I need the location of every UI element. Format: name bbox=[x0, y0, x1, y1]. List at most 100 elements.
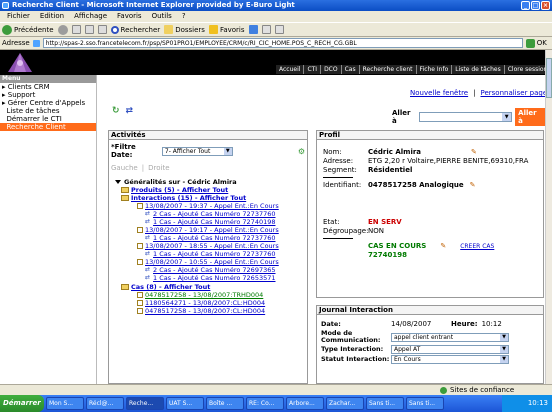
tree-interactions[interactable]: Interactions (15) - Afficher Tout bbox=[115, 194, 307, 202]
personalize-link[interactable]: Personnaliser page bbox=[480, 89, 545, 97]
statut-select[interactable]: En Cours ▼ bbox=[391, 355, 509, 364]
case-item[interactable]: ⇄ 1 Cas - Ajouté Cas Numéro 72740198 bbox=[115, 218, 307, 226]
nav-fiche-info[interactable]: Fiche Info bbox=[416, 65, 453, 74]
mode-select[interactable]: appel client entrant ▼ bbox=[391, 332, 509, 342]
taskbar-item[interactable]: Sans ti... bbox=[366, 397, 404, 410]
nav-liste-taches[interactable]: Liste de tâches bbox=[452, 65, 505, 74]
taskbar-item[interactable]: UAT S... bbox=[166, 397, 204, 410]
cas-link[interactable]: Cas (8) - Afficher Tout bbox=[131, 283, 210, 291]
item-link[interactable]: 13/08/2007 - 19:37 - Appel Ent.:En Cours bbox=[145, 202, 279, 210]
case-item[interactable]: ⇄ 2 Cas - Ajouté Cas Numéro 72697365 bbox=[115, 266, 307, 274]
search-button[interactable]: Rechercher bbox=[110, 25, 160, 34]
sidebar-item-centre-appels[interactable]: ▸ Gérer Centre d'Appels bbox=[0, 99, 96, 107]
creer-cas-link[interactable]: CREER CAS bbox=[460, 242, 494, 251]
taskbar-item[interactable]: Récl@... bbox=[86, 397, 124, 410]
cas-item[interactable]: 1180564271 - 13/08/2007:CL:HD004 bbox=[115, 299, 307, 307]
start-button[interactable]: Démarrer bbox=[0, 395, 44, 412]
sync-icon[interactable]: ⇄ bbox=[126, 106, 134, 116]
produits-link[interactable]: Produits (5) - Afficher Tout bbox=[131, 186, 228, 194]
type-select[interactable]: Appel AT ▼ bbox=[391, 345, 509, 354]
interaction-item[interactable]: 13/08/2007 - 18:55 - Appel Ent.:En Cours bbox=[115, 242, 307, 250]
sidebar-item-recherche-client[interactable]: Recherche Client bbox=[0, 123, 96, 131]
taskbar-item[interactable]: Boîte ... bbox=[206, 397, 244, 410]
new-window-link[interactable]: Nouvelle fenêtre bbox=[410, 89, 468, 97]
sidebar-item-demarrer-cti[interactable]: Démarrer le CTI bbox=[0, 115, 96, 123]
mail-icon[interactable] bbox=[261, 25, 271, 34]
forward-icon[interactable] bbox=[57, 24, 68, 35]
menu-fichier[interactable]: Fichier bbox=[2, 11, 35, 22]
maximize-button[interactable]: □ bbox=[531, 1, 540, 10]
interactions-link[interactable]: Interactions (15) - Afficher Tout bbox=[131, 194, 246, 202]
back-button[interactable]: Précédente bbox=[2, 24, 54, 35]
filter-apply-icon[interactable]: ⚙ bbox=[298, 147, 305, 156]
cas-item[interactable]: 0478517258 - 13/08/2007:CL:HD004 bbox=[115, 307, 307, 315]
menu-outils[interactable]: Outils bbox=[147, 11, 177, 22]
nav-dco[interactable]: DCO bbox=[321, 65, 342, 74]
address-input[interactable]: http://spas-2.sso.francetelecom.fr/psp/S… bbox=[42, 38, 523, 48]
goto-select[interactable]: ▼ bbox=[418, 112, 513, 122]
next-button[interactable]: Droite bbox=[148, 164, 169, 172]
print-icon[interactable] bbox=[274, 25, 284, 34]
nav-recherche-client[interactable]: Recherche client bbox=[359, 65, 417, 74]
history-icon[interactable] bbox=[248, 25, 258, 34]
case-item[interactable]: ⇄ 1 Cas - Ajouté Cas Numéro 72737760 bbox=[115, 250, 307, 258]
case-item[interactable]: ⇄ 1 Cas - Ajouté Cas Numéro 72653571 bbox=[115, 274, 307, 282]
menu-affichage[interactable]: Affichage bbox=[69, 11, 112, 22]
minimize-button[interactable]: _ bbox=[521, 1, 530, 10]
cas-item-link[interactable]: 0478517258 - 13/08/2007:CL:HD004 bbox=[145, 307, 265, 315]
refresh-icon[interactable] bbox=[84, 25, 94, 34]
case-item[interactable]: ⇄ 1 Cas - Ajouté Cas Numéro 72737760 bbox=[115, 234, 307, 242]
menu-edition[interactable]: Edition bbox=[35, 11, 69, 22]
cas-item-link[interactable]: 1180564271 - 13/08/2007:CL:HD004 bbox=[145, 299, 265, 307]
taskbar-item[interactable]: Arbore... bbox=[286, 397, 324, 410]
scroll-thumb[interactable] bbox=[546, 58, 552, 98]
interaction-item[interactable]: 13/08/2007 - 19:37 - Appel Ent.:En Cours bbox=[115, 202, 307, 210]
item-link[interactable]: 1 Cas - Ajouté Cas Numéro 72740198 bbox=[153, 218, 276, 226]
go-button[interactable]: OK bbox=[525, 38, 547, 48]
item-link[interactable]: 2 Cas - Ajouté Cas Numéro 72697365 bbox=[153, 266, 276, 274]
sidebar-item-support[interactable]: ▸ Support bbox=[0, 91, 96, 99]
item-link[interactable]: 13/08/2007 - 10:55 - Appel Ent.:En Cours bbox=[145, 258, 279, 266]
cas-item[interactable]: 0478517258 - 13/08/2007:TRHD004 bbox=[115, 291, 307, 299]
interaction-item[interactable]: 13/08/2007 - 10:55 - Appel Ent.:En Cours bbox=[115, 258, 307, 266]
case-item[interactable]: ⇄ 2 Cas - Ajouté Cas Numéro 72737760 bbox=[115, 210, 307, 218]
menu-help[interactable]: ? bbox=[177, 11, 191, 22]
taskbar-item[interactable]: Zachar... bbox=[326, 397, 364, 410]
close-button[interactable]: × bbox=[541, 1, 550, 10]
refresh-page-icon[interactable]: ↻ bbox=[112, 106, 120, 116]
taskbar-item[interactable]: Sans ti... bbox=[406, 397, 444, 410]
filter-select[interactable]: 7- Afficher Tout ▼ bbox=[161, 146, 233, 156]
folders-button[interactable]: Dossiers bbox=[164, 25, 205, 34]
taskbar-item[interactable]: RE: Co... bbox=[246, 397, 284, 410]
stop-icon[interactable] bbox=[71, 25, 81, 34]
menu-favoris[interactable]: Favoris bbox=[112, 11, 147, 22]
sidebar-item-clients-crm[interactable]: ▸ Clients CRM bbox=[0, 83, 96, 91]
taskbar-item[interactable]: Mon S... bbox=[46, 397, 84, 410]
edit-icon[interactable]: ✎ bbox=[470, 181, 476, 190]
item-link[interactable]: 2 Cas - Ajouté Cas Numéro 72737760 bbox=[153, 210, 276, 218]
item-link[interactable]: 1 Cas - Ajouté Cas Numéro 72737760 bbox=[153, 250, 276, 258]
sidebar-item-liste-taches[interactable]: Liste de tâches bbox=[0, 107, 96, 115]
item-link[interactable]: 13/08/2007 - 19:17 - Appel Ent.:En Cours bbox=[145, 226, 279, 234]
edit-icon[interactable]: ✎ bbox=[440, 242, 446, 251]
home-icon[interactable] bbox=[97, 25, 107, 34]
interaction-item[interactable]: 13/08/2007 - 19:17 - Appel Ent.:En Cours bbox=[115, 226, 307, 234]
tree-produits[interactable]: Produits (5) - Afficher Tout bbox=[115, 186, 307, 194]
nav-clore-session[interactable]: Clore session bbox=[504, 65, 545, 74]
nav-cas[interactable]: Cas bbox=[341, 65, 360, 74]
prev-button[interactable]: Gauche bbox=[111, 164, 138, 172]
item-link[interactable]: 13/08/2007 - 18:55 - Appel Ent.:En Cours bbox=[145, 242, 279, 250]
cas-item-link[interactable]: 0478517258 - 13/08/2007:TRHD004 bbox=[145, 291, 263, 299]
favorites-button[interactable]: Favoris bbox=[208, 25, 245, 34]
item-link[interactable]: 1 Cas - Ajouté Cas Numéro 72653571 bbox=[153, 274, 276, 282]
tree-root[interactable]: Généralités sur - Cédric Almira bbox=[115, 178, 307, 186]
goto-button[interactable]: Aller à bbox=[515, 108, 545, 126]
item-link[interactable]: 1 Cas - Ajouté Cas Numéro 72737760 bbox=[153, 234, 276, 242]
tree-cas[interactable]: Cas (8) - Afficher Tout bbox=[115, 283, 307, 291]
nav-accueil[interactable]: Accueil bbox=[276, 65, 305, 74]
vertical-scrollbar[interactable] bbox=[545, 50, 552, 384]
taskbar-item[interactable]: Reche... bbox=[126, 397, 164, 410]
nav-cti[interactable]: CTI bbox=[304, 65, 322, 74]
edit-icon[interactable]: ✎ bbox=[471, 148, 477, 157]
star-icon bbox=[208, 25, 218, 34]
